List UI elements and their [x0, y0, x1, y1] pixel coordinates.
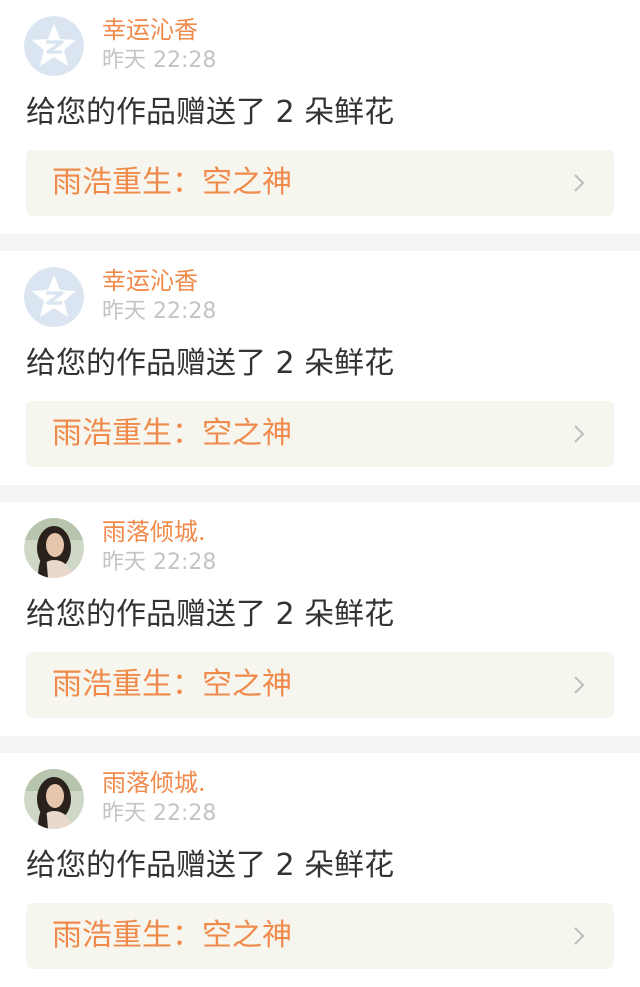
avatar-qzone-star-icon[interactable] [24, 267, 84, 327]
notification-card: 幸运沁香 昨天 22:28 给您的作品赠送了 2 朵鲜花 雨浩重生：空之神 [0, 0, 640, 234]
timestamp: 昨天 22:28 [102, 48, 217, 73]
notification-message: 给您的作品赠送了 2 朵鲜花 [26, 95, 395, 130]
username[interactable]: 雨落倾城. [102, 517, 206, 547]
username[interactable]: 幸运沁香 [102, 15, 198, 45]
work-link[interactable]: 雨浩重生：空之神 [26, 903, 614, 969]
avatar-profile-photo[interactable] [24, 769, 84, 829]
work-link[interactable]: 雨浩重生：空之神 [26, 652, 614, 718]
work-title: 雨浩重生：空之神 [52, 416, 292, 451]
work-link[interactable]: 雨浩重生：空之神 [26, 150, 614, 216]
notification-message: 给您的作品赠送了 2 朵鲜花 [26, 597, 395, 632]
notification-message: 给您的作品赠送了 2 朵鲜花 [26, 848, 395, 883]
chevron-right-icon [574, 425, 585, 443]
work-title: 雨浩重生：空之神 [52, 667, 292, 702]
timestamp: 昨天 22:28 [102, 801, 217, 826]
username[interactable]: 雨落倾城. [102, 768, 206, 798]
work-link[interactable]: 雨浩重生：空之神 [26, 401, 614, 467]
timestamp: 昨天 22:28 [102, 550, 217, 575]
notification-card: 幸运沁香 昨天 22:28 给您的作品赠送了 2 朵鲜花 雨浩重生：空之神 [0, 251, 640, 485]
chevron-right-icon [574, 676, 585, 694]
notification-feed: 幸运沁香 昨天 22:28 给您的作品赠送了 2 朵鲜花 雨浩重生：空之神 幸运… [0, 0, 640, 987]
notification-card: 雨落倾城. 昨天 22:28 给您的作品赠送了 2 朵鲜花 雨浩重生：空之神 [0, 753, 640, 987]
notification-card: 雨落倾城. 昨天 22:28 给您的作品赠送了 2 朵鲜花 雨浩重生：空之神 [0, 502, 640, 736]
timestamp: 昨天 22:28 [102, 299, 217, 324]
avatar-profile-photo[interactable] [24, 518, 84, 578]
username[interactable]: 幸运沁香 [102, 266, 198, 296]
work-title: 雨浩重生：空之神 [52, 165, 292, 200]
notification-message: 给您的作品赠送了 2 朵鲜花 [26, 346, 395, 381]
work-title: 雨浩重生：空之神 [52, 918, 292, 953]
chevron-right-icon [574, 174, 585, 192]
avatar-qzone-star-icon[interactable] [24, 16, 84, 76]
chevron-right-icon [574, 927, 585, 945]
